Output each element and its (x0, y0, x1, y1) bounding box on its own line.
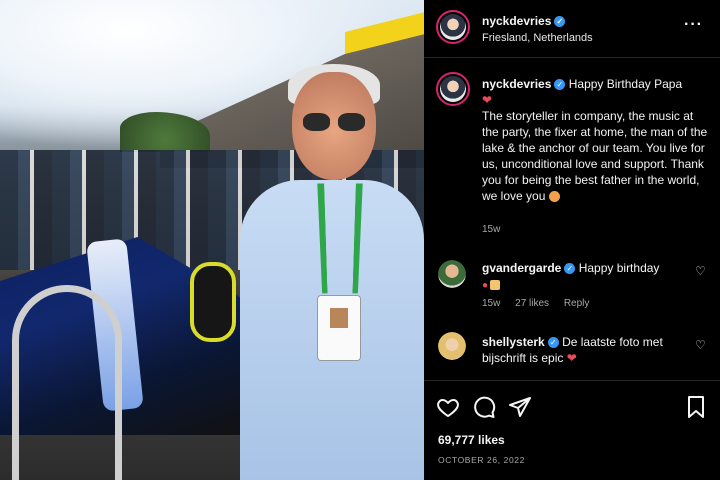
photo-lanyard (317, 183, 363, 294)
caption-text-row: The storyteller in company, the music at… (482, 108, 712, 204)
comment-time[interactable]: 15w (482, 298, 500, 309)
post-photo[interactable] (0, 0, 424, 480)
comment-reply-button[interactable]: Reply (564, 298, 590, 309)
comment-text-row: shellysterk ✓ De laatste foto met bijschr… (482, 334, 687, 366)
caption-avatar-image (440, 76, 466, 102)
caption-avatar[interactable] (436, 72, 470, 106)
caption-text: The storyteller in company, the music at… (482, 109, 708, 203)
balloon-emoji-icon: ● (482, 280, 489, 291)
caption-handle[interactable]: nyckdevries (482, 77, 551, 91)
comment-avatar[interactable] (438, 260, 466, 288)
author-avatar[interactable] (436, 10, 470, 44)
verified-icon: ✓ (554, 79, 566, 91)
photo-tyre (190, 262, 236, 342)
comment-like-heart-icon[interactable]: ♡ (695, 264, 706, 278)
comment-like-heart-icon[interactable]: ♡ (695, 338, 706, 352)
likes-count[interactable]: 69,777 likes (438, 433, 505, 447)
post-date[interactable]: OCTOBER 26, 2022 (438, 455, 525, 465)
photo-pass-badge (318, 296, 360, 360)
verified-icon: ✓ (554, 16, 566, 28)
post-panel: nyckdevries ✓ Friesland, Netherlands ··· … (424, 0, 720, 480)
post-location[interactable]: Friesland, Netherlands (482, 32, 593, 44)
comment-avatar[interactable] (438, 332, 466, 360)
red-heart-emoji-icon: ❤ (482, 93, 493, 107)
comment-avatar-image (438, 260, 466, 288)
heart-icon[interactable] (436, 395, 460, 419)
post-actions: 69,777 likes OCTOBER 26, 2022 (424, 380, 720, 480)
comment-handle[interactable]: gvandergarde (482, 261, 561, 275)
comment-icon[interactable] (472, 395, 496, 419)
comment-handle[interactable]: shellysterk (482, 335, 545, 349)
more-horizontal-icon[interactable]: ··· (684, 16, 703, 34)
comment-item: gvandergarde ✓ Happy birthday ● 15w 27 li… (424, 256, 720, 316)
share-icon[interactable] (508, 395, 532, 419)
bookmark-icon[interactable] (684, 395, 708, 419)
comment-meta: 15w 27 likes Reply (482, 298, 601, 309)
verified-icon: ✓ (547, 337, 559, 349)
caption-time[interactable]: 15w (482, 224, 500, 235)
caption-headline-row: nyckdevries ✓ Happy Birthday Papa ❤ (482, 76, 712, 108)
verified-icon: ✓ (564, 263, 576, 275)
gift-emoji-icon (490, 279, 501, 290)
photo-sunglasses (303, 113, 365, 131)
comment-text-row: gvandergarde ✓ Happy birthday ● (482, 260, 687, 294)
comment-likes[interactable]: 27 likes (515, 298, 549, 309)
red-heart-emoji-icon: ❤ (566, 351, 577, 365)
photo-halo (12, 285, 122, 480)
post-header: nyckdevries ✓ Friesland, Netherlands ··· (424, 0, 720, 58)
comment-avatar-image (438, 332, 466, 360)
caption-headline: Happy Birthday Papa (568, 77, 683, 91)
author-avatar-image (440, 14, 466, 40)
comment-text: Happy birthday (578, 261, 660, 275)
author-handle-row: nyckdevries ✓ (482, 14, 566, 28)
author-handle[interactable]: nyckdevries (482, 14, 551, 28)
blowing-kiss-emoji-icon (548, 191, 560, 203)
